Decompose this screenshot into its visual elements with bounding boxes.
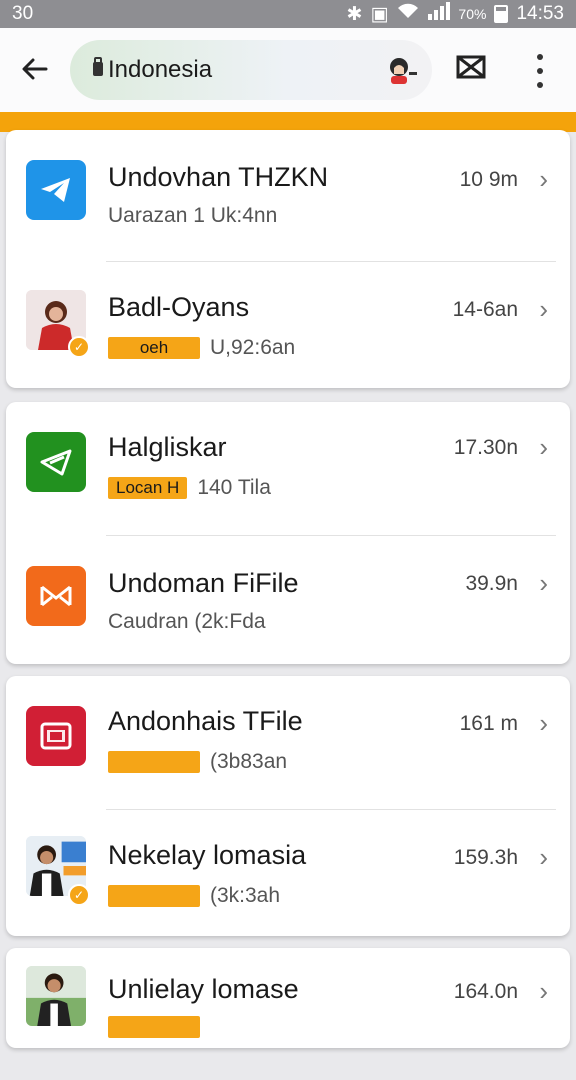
item-time: 10 9m xyxy=(459,168,518,191)
telegram-green-icon xyxy=(26,432,86,492)
item-subtitle-text: 140 Tila xyxy=(197,476,271,499)
telegram-blue-icon xyxy=(26,160,86,220)
status-left: 30 xyxy=(12,3,34,24)
item-title: Andonhais TFile xyxy=(108,706,303,736)
list-item[interactable]: ✓ Badl-Oyans oeh U,92:6an 14-6an › xyxy=(6,262,570,394)
arrow-left-icon xyxy=(22,58,48,80)
accent-bar xyxy=(0,112,576,132)
list-item[interactable]: Andonhais TFile (3b83an 161 m › xyxy=(6,676,570,808)
item-subtitle: Locan H 140 Tila xyxy=(108,476,271,500)
status-bar: 30 ✱ ▣ 70% 14:53 xyxy=(0,0,576,28)
item-time: 39.9n xyxy=(465,572,518,595)
item-title: Undovhan THZKN xyxy=(108,162,329,192)
item-subtitle: Caudran (2k:Fda xyxy=(108,610,266,634)
person-photo-avatar xyxy=(26,966,86,1026)
list-card: Andonhais TFile (3b83an 161 m › ✓ Nekela… xyxy=(6,676,570,936)
item-time: 164.0n xyxy=(453,980,518,1003)
item-subtitle: Uarazan 1 Uk:4nn xyxy=(108,204,277,228)
chevron-right-icon: › xyxy=(539,842,548,872)
item-time: 161 m xyxy=(459,712,518,735)
nfc-icon: ▣ xyxy=(370,3,389,25)
item-tag: oeh xyxy=(108,337,200,359)
back-button[interactable] xyxy=(18,52,52,86)
more-dot xyxy=(537,82,543,88)
bluetooth-icon: ✱ xyxy=(346,3,363,25)
item-title: Undoman FiFile xyxy=(108,568,299,598)
item-subtitle: (3b83an xyxy=(108,750,287,774)
item-title: Halgliskar xyxy=(108,432,227,462)
list-card: Halgliskar Locan H 140 Tila 17.30n › Und… xyxy=(6,402,570,664)
item-subtitle: (3k:3ah xyxy=(108,884,280,908)
signal-icon xyxy=(428,2,451,26)
status-icons: ✱ ▣ 70% 14:53 xyxy=(347,2,564,26)
mail-button[interactable] xyxy=(456,54,490,88)
avatar-icon xyxy=(390,58,417,84)
item-subtitle xyxy=(108,1016,210,1038)
more-options-button[interactable] xyxy=(530,54,550,88)
item-time: 159.3h xyxy=(453,846,518,869)
item-subtitle-text: (3b83an xyxy=(210,750,288,773)
wifi-icon xyxy=(396,2,420,26)
item-tag xyxy=(108,1016,200,1038)
chevron-right-icon: › xyxy=(539,708,548,738)
item-time: 17.30n xyxy=(453,436,518,459)
list-item[interactable]: ✓ Nekelay lomasia (3k:3ah 159.3h › xyxy=(6,810,570,942)
chevron-right-icon: › xyxy=(539,294,548,324)
app-bar: Indonesia xyxy=(0,28,576,112)
verified-badge-icon: ✓ xyxy=(68,884,90,906)
item-tag xyxy=(108,885,200,907)
list-item[interactable]: Undoman FiFile Caudran (2k:Fda 39.9n › xyxy=(6,536,570,668)
avatar-button[interactable] xyxy=(384,56,418,86)
item-subtitle: oeh U,92:6an xyxy=(108,336,295,360)
list-item[interactable]: Halgliskar Locan H 140 Tila 17.30n › xyxy=(6,402,570,534)
xiaomi-orange-icon xyxy=(26,566,86,626)
item-title: Unlielay lomase xyxy=(108,974,299,1004)
item-subtitle-text: (3k:3ah xyxy=(210,884,281,907)
search-bar[interactable]: Indonesia xyxy=(70,40,432,100)
chevron-right-icon: › xyxy=(539,568,548,598)
list-card: Unlielay lomase 164.0n › xyxy=(6,948,570,1048)
chevron-right-icon: › xyxy=(539,164,548,194)
chevron-right-icon: › xyxy=(539,432,548,462)
item-subtitle-text: Caudran (2k:Fda xyxy=(108,610,266,633)
bag-icon xyxy=(92,57,104,83)
item-subtitle-text: U,92:6an xyxy=(210,336,296,359)
list-item[interactable]: Unlielay lomase 164.0n › xyxy=(6,948,570,1080)
more-vert-icon xyxy=(537,54,543,60)
item-time: 14-6an xyxy=(452,298,518,321)
mail-icon xyxy=(456,55,486,79)
status-time: 14:53 xyxy=(516,3,564,24)
list-item[interactable]: Undovhan THZKN Uarazan 1 Uk:4nn 10 9m › xyxy=(6,130,570,262)
item-subtitle-text: Uarazan 1 Uk:4nn xyxy=(108,204,278,227)
search-text: Indonesia xyxy=(108,56,213,83)
chevron-right-icon: › xyxy=(539,976,548,1006)
battery-percent: 70% xyxy=(458,6,487,22)
list-card: Undovhan THZKN Uarazan 1 Uk:4nn 10 9m › … xyxy=(6,130,570,388)
item-title: Badl-Oyans xyxy=(108,292,250,322)
more-dot xyxy=(537,68,543,74)
item-tag xyxy=(108,751,200,773)
red-app-icon xyxy=(26,706,86,766)
battery-icon xyxy=(494,5,509,23)
item-title: Nekelay lomasia xyxy=(108,840,307,870)
item-tag: Locan H xyxy=(108,477,188,499)
verified-badge-icon: ✓ xyxy=(68,336,90,358)
